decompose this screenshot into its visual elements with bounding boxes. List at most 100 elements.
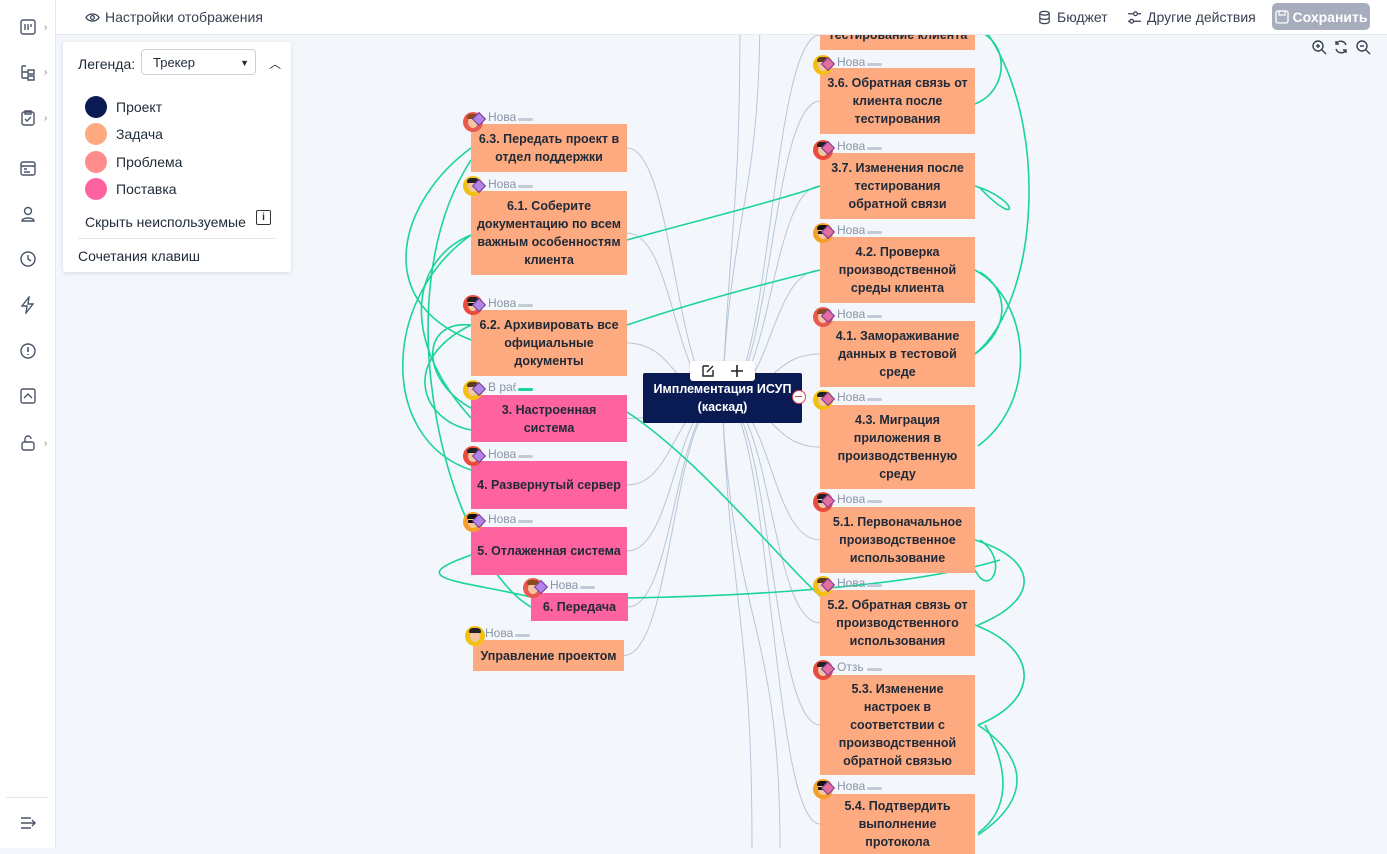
node-status: Нова: [837, 390, 865, 404]
sidebar-item-structure[interactable]: ›: [0, 57, 55, 87]
add-icon[interactable]: [729, 363, 745, 379]
node-status: Нова: [837, 779, 865, 793]
alert-icon: [19, 343, 36, 359]
keyboard-shortcuts-link[interactable]: Сочетания клавиш: [78, 248, 200, 264]
node-label: 6. Передача: [542, 600, 617, 614]
graph-node-n53[interactable]: 5.3. Изменение настроек в соответствии с…: [820, 675, 975, 775]
graph-node-n63[interactable]: 6.3. Передать проект в отдел поддержки: [471, 124, 627, 172]
sidebar-item-issues[interactable]: [0, 336, 55, 366]
node-label: 5.3. Изменение настроек в соответствии с…: [838, 682, 957, 768]
progress-dash: [580, 586, 595, 589]
project-node-label: Имплементация ИСУП (каскад): [653, 382, 792, 414]
legend-divider: [78, 238, 276, 239]
hierarchy-edge: [627, 397, 723, 608]
dependency-link: [974, 271, 1003, 355]
progress-dash: [518, 185, 533, 188]
graph-node-n52[interactable]: 5.2. Обратная связь от производственного…: [820, 590, 975, 656]
dependency-link: [974, 539, 1025, 626]
calendar-icon: [19, 161, 36, 176]
node-status: Нова: [550, 578, 578, 592]
graph-node-n43[interactable]: 4.3. Миграция приложения в производствен…: [820, 405, 975, 489]
legend-dot: [85, 96, 107, 118]
save-icon: [1274, 9, 1289, 24]
graph-node-n37[interactable]: 3.7. Изменения после тестирования обратн…: [820, 153, 975, 219]
graph-node-d3[interactable]: 3. Настроенная система: [471, 395, 627, 442]
sidebar-item-automation[interactable]: [0, 290, 55, 320]
dependency-link: [974, 29, 1003, 105]
user-icon: [20, 206, 35, 222]
progress-dash: [867, 231, 882, 234]
node-label: 5.2. Обратная связь от производственного…: [827, 598, 968, 648]
graph-node-n51[interactable]: 5.1. Первоначальное производственное исп…: [820, 507, 975, 573]
other-actions-button[interactable]: Другие действия: [1127, 0, 1256, 34]
hierarchy-edge: [721, 397, 821, 726]
graph-node-d6[interactable]: 6. Передача: [531, 593, 628, 621]
graph-node-n36[interactable]: 3.6. Обратная связь от клиента после тес…: [820, 68, 975, 134]
graph-node-n42[interactable]: 4.2. Проверка производственной среды кли…: [820, 237, 975, 303]
chevron-right-icon: ›: [44, 112, 48, 124]
legend-dot: [85, 123, 107, 145]
zoom-in-icon[interactable]: [1311, 39, 1327, 55]
node-label: 4.2. Проверка производственной среды кли…: [838, 245, 957, 295]
dashboard-icon: [19, 19, 36, 35]
zoom-out-icon[interactable]: [1355, 39, 1371, 55]
save-button[interactable]: Сохранить: [1272, 3, 1370, 30]
sidebar-item-dashboard[interactable]: ›: [0, 12, 55, 42]
node-status: Нова: [488, 177, 516, 191]
node-status: Нова: [485, 626, 513, 640]
chevron-right-icon: ›: [44, 21, 48, 33]
progress-dash: [867, 500, 882, 503]
refresh-icon[interactable]: [1333, 39, 1349, 55]
graph-node-n41[interactable]: 4.1. Замораживание данных в тестовой сре…: [820, 321, 975, 387]
sidebar-divider: [6, 797, 48, 798]
node-status: Нова: [837, 139, 865, 153]
node-status: Нова: [837, 223, 865, 237]
sidebar-item-tasks[interactable]: ›: [0, 103, 55, 133]
graph-node-n61[interactable]: 6.1. Соберите документацию по всем важны…: [471, 191, 627, 275]
lightning-icon: [20, 296, 34, 314]
caret-down-icon: ▼: [240, 58, 249, 68]
node-label: 6.2. Архивировать все официальные докуме…: [479, 318, 619, 368]
node-status: Нова: [837, 576, 865, 590]
node-status: Нова: [488, 296, 516, 310]
legend-item-label: Поставка: [116, 181, 177, 197]
sidebar-item-time[interactable]: [0, 244, 55, 274]
legend-item-task: Задача: [85, 123, 163, 145]
sliders-icon: [1127, 10, 1142, 24]
legend-item-delivery: Поставка: [85, 178, 177, 200]
clock-icon: [19, 251, 36, 267]
sidebar-item-reports[interactable]: [0, 381, 55, 411]
progress-dash: [867, 63, 882, 66]
graph-node-d5[interactable]: 5. Отлаженная система: [471, 527, 627, 575]
sidebar-item-access[interactable]: ›: [0, 428, 55, 458]
chevron-up-icon[interactable]: ︿: [269, 55, 281, 72]
node-label: 5.4. Подтвердить выполнение протокола: [844, 799, 951, 849]
budget-button[interactable]: Бюджет: [1037, 0, 1108, 34]
graph-node-n62[interactable]: 6.2. Архивировать все официальные докуме…: [471, 310, 627, 376]
assignee-avatar[interactable]: [465, 626, 485, 646]
chevron-right-icon: ›: [44, 437, 48, 449]
collapse-node-button[interactable]: [792, 390, 806, 404]
legend-item-project: Проект: [85, 96, 162, 118]
graph-node-d4[interactable]: 4. Развернутый сервер: [471, 461, 627, 509]
dependency-link: [974, 269, 1022, 447]
edit-icon[interactable]: [700, 363, 716, 379]
legend-dot: [85, 178, 107, 200]
sidebar-toggle[interactable]: [0, 808, 55, 838]
info-icon[interactable]: i: [256, 210, 271, 225]
node-status: Нова: [488, 110, 516, 124]
clipboard-icon: [20, 110, 35, 126]
sidebar-item-users[interactable]: [0, 199, 55, 229]
dependency-link: [626, 269, 821, 326]
graph-node-n54[interactable]: 5.4. Подтвердить выполнение протокола: [820, 794, 975, 854]
sidebar-item-calendar[interactable]: [0, 153, 55, 183]
progress-dash: [867, 398, 882, 401]
hide-unused-toggle[interactable]: Скрыть неиспользуемые: [85, 214, 246, 230]
graph-node-pm[interactable]: Управление проектом: [473, 640, 624, 671]
legend-tracker-select[interactable]: Трекер ▼: [141, 49, 256, 75]
hierarchy-edge: [721, 34, 821, 399]
node-status: Нова: [837, 307, 865, 321]
node-toolbar: [690, 361, 755, 381]
display-settings-label: Настройки отображения: [105, 9, 263, 25]
display-settings-button[interactable]: Настройки отображения: [85, 0, 263, 34]
